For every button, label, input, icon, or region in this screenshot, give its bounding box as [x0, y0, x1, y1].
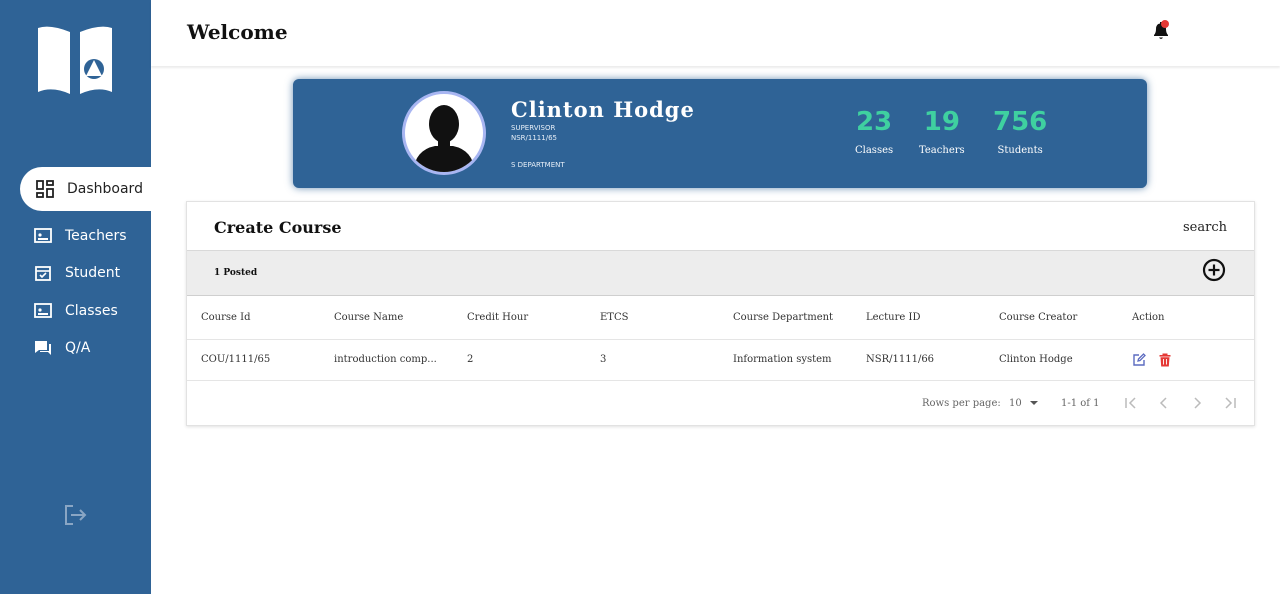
stat-value: 756	[993, 107, 1048, 137]
cell-course-department: Information system	[719, 339, 852, 381]
calendar-icon	[33, 263, 53, 283]
column-header: Course Creator	[985, 297, 1118, 340]
page-title: Welcome	[187, 20, 288, 44]
profile-department: S DEPARTMENT	[511, 161, 565, 169]
stat-label: Students	[997, 145, 1043, 156]
course-toolbar: 1 Posted	[187, 250, 1254, 296]
sidebar-item-teachers[interactable]: Teachers	[0, 218, 151, 254]
sidebar: Dashboard Teachers Student Classes Q/A	[0, 0, 151, 594]
last-page-icon[interactable]	[1222, 395, 1238, 411]
sidebar-item-student[interactable]: Student	[0, 255, 151, 291]
column-header: Course Id	[187, 297, 320, 340]
column-header: Action	[1118, 297, 1254, 340]
person-silhouette-icon	[413, 105, 475, 172]
course-table: Course Id Course Name Credit Hour ETCS C…	[187, 297, 1254, 381]
dropdown-arrow-icon	[1029, 401, 1038, 405]
column-header: Lecture ID	[852, 297, 985, 340]
sidebar-item-label: Dashboard	[67, 181, 143, 197]
cell-lecture-id: NSR/1111/66	[852, 339, 985, 381]
posted-count: 1 Posted	[214, 268, 258, 278]
sidebar-item-label: Classes	[65, 303, 118, 319]
search-button[interactable]: search	[1183, 220, 1227, 235]
chat-icon	[33, 338, 53, 358]
card-title: Create Course	[214, 218, 342, 237]
sidebar-item-dashboard[interactable]: Dashboard	[20, 167, 151, 211]
stat-value: 19	[923, 107, 960, 137]
classes-icon	[33, 301, 53, 321]
book-logo-icon	[38, 26, 112, 95]
pagination: Rows per page: 10 1-1 of 1	[187, 387, 1254, 417]
profile-name: Clinton Hodge	[511, 97, 695, 122]
sidebar-item-label: Q/A	[65, 340, 91, 356]
profile-id: NSR/1111/65	[511, 134, 557, 142]
table-row: COU/1111/65 introduction comp... 2 3 Inf…	[187, 339, 1254, 381]
column-header: Course Name	[320, 297, 453, 340]
notification-bell-icon[interactable]	[1151, 20, 1171, 42]
sidebar-item-classes[interactable]: Classes	[0, 293, 151, 329]
first-page-icon[interactable]	[1123, 395, 1139, 411]
edit-icon[interactable]	[1132, 352, 1146, 367]
sidebar-item-qa[interactable]: Q/A	[0, 330, 151, 366]
stat-classes: 23 Classes	[855, 107, 893, 156]
add-circle-icon[interactable]	[1202, 258, 1226, 282]
teachers-icon	[33, 226, 53, 246]
delete-icon[interactable]	[1158, 353, 1172, 367]
sidebar-item-label: Student	[65, 265, 121, 281]
course-card: Create Course search 1 Posted Course Id …	[186, 201, 1255, 426]
rows-per-page-select[interactable]: 10	[1009, 398, 1039, 409]
cell-course-id: COU/1111/65	[187, 339, 320, 381]
column-header: Credit Hour	[453, 297, 586, 340]
logout-icon[interactable]	[62, 503, 88, 527]
cell-etcs: 3	[586, 339, 719, 381]
dashboard-icon	[35, 179, 55, 199]
column-header: Course Department	[719, 297, 852, 340]
top-header: Welcome	[151, 0, 1280, 66]
cell-course-name: introduction comp...	[320, 339, 453, 381]
stat-value: 23	[855, 107, 893, 137]
cell-credit-hour: 2	[453, 339, 586, 381]
sidebar-item-label: Teachers	[65, 228, 127, 244]
profile-role: SUPERVISOR	[511, 124, 556, 132]
notification-dot	[1161, 20, 1169, 28]
previous-page-icon[interactable]	[1156, 395, 1172, 411]
column-header: ETCS	[586, 297, 719, 340]
rows-per-page-value: 10	[1009, 398, 1022, 409]
pagination-range: 1-1 of 1	[1061, 398, 1100, 409]
cell-action	[1118, 339, 1254, 381]
stat-label: Teachers	[919, 145, 965, 156]
table-header-row: Course Id Course Name Credit Hour ETCS C…	[187, 297, 1254, 340]
next-page-icon[interactable]	[1189, 395, 1205, 411]
profile-banner: Clinton Hodge SUPERVISOR NSR/1111/65 S D…	[293, 79, 1147, 188]
stat-teachers: 19 Teachers	[919, 107, 965, 156]
avatar	[402, 91, 486, 175]
stat-label: Classes	[855, 145, 894, 156]
cell-course-creator: Clinton Hodge	[985, 339, 1118, 381]
stat-students: 756 Students	[993, 107, 1047, 156]
rows-per-page-label: Rows per page:	[922, 398, 1001, 409]
